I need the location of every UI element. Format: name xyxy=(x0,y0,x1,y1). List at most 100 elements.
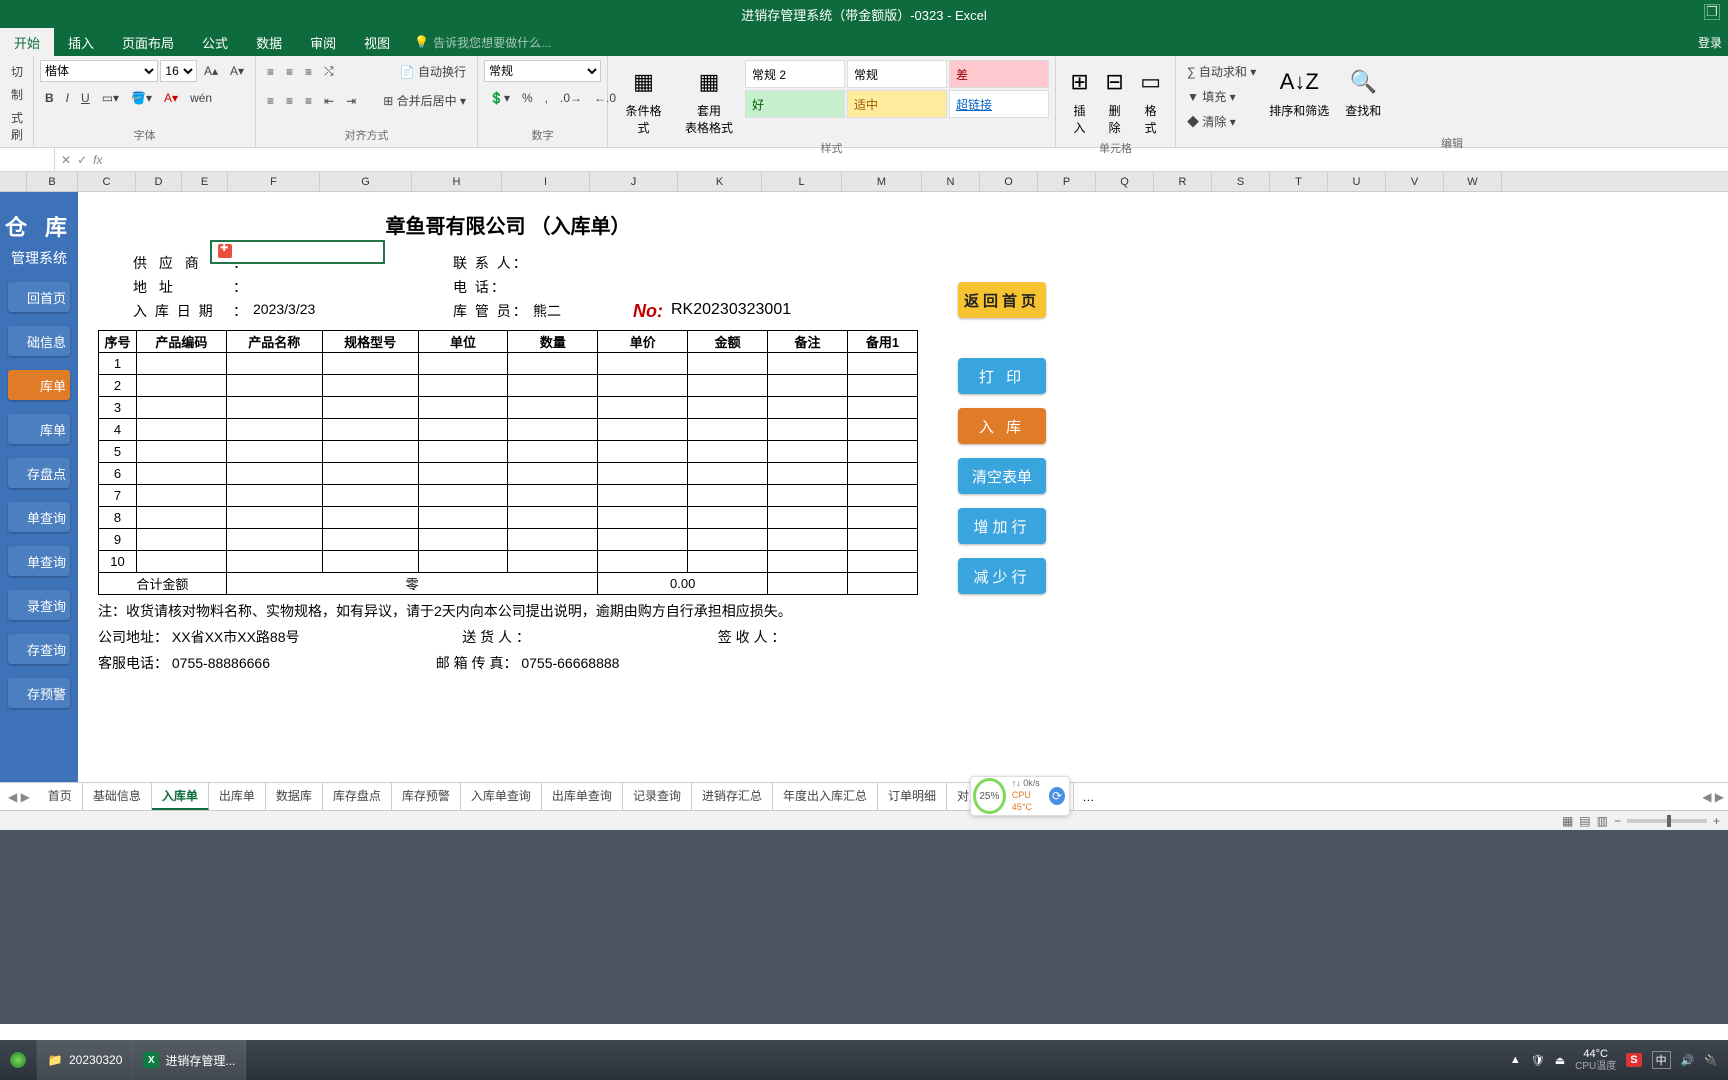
align-left-button[interactable]: ≡ xyxy=(262,91,279,111)
confirm-icon[interactable]: ✓ xyxy=(77,153,87,167)
col-header[interactable]: O xyxy=(980,172,1038,191)
print-button[interactable]: 打 印 xyxy=(958,358,1046,394)
sheet-tab[interactable]: 出库单 xyxy=(209,783,266,810)
style-bad[interactable]: 差 xyxy=(949,60,1049,88)
fx-icon[interactable]: fx xyxy=(93,153,102,167)
style-good[interactable]: 好 xyxy=(745,90,845,118)
sheet-tab[interactable]: 库存盘点 xyxy=(323,783,392,810)
remove-row-button[interactable]: 减少行 xyxy=(958,558,1046,594)
name-box[interactable] xyxy=(0,148,55,171)
sheet-tab[interactable]: 基础信息 xyxy=(83,783,152,810)
col-header[interactable]: K xyxy=(678,172,762,191)
normal-view-button[interactable]: ▦ xyxy=(1562,814,1573,828)
style-neutral[interactable]: 适中 xyxy=(847,90,947,118)
sidebar-item-basicinfo[interactable]: 础信息 xyxy=(8,326,70,356)
select-all-corner[interactable] xyxy=(0,172,27,191)
sheet-tab[interactable]: 记录查询 xyxy=(623,783,692,810)
sort-filter-button[interactable]: A↓Z排序和筛选 xyxy=(1261,60,1337,133)
taskbar-item-excel[interactable]: X 进销存管理... xyxy=(133,1040,246,1080)
sidebar-item-stockquery[interactable]: 存查询 xyxy=(8,634,70,664)
align-mid-button[interactable]: ≡ xyxy=(281,62,298,82)
sheet-nav[interactable]: ◀ ▶ xyxy=(8,790,30,804)
tray-power-icon[interactable]: 🔌 xyxy=(1704,1054,1718,1067)
col-header[interactable]: C xyxy=(78,172,136,191)
window-restore-icon[interactable]: ❐ xyxy=(1704,4,1720,20)
sheet-tab[interactable]: 入库单 xyxy=(152,783,209,810)
table-row[interactable]: 10 xyxy=(99,551,918,573)
col-header[interactable]: P xyxy=(1038,172,1096,191)
sheet-tab[interactable]: 出库单查询 xyxy=(542,783,623,810)
sidebar-item-outbound[interactable]: 库单 xyxy=(8,414,70,444)
start-button[interactable] xyxy=(0,1040,37,1080)
orientation-button[interactable]: ⤭ xyxy=(319,61,339,82)
col-header[interactable]: F xyxy=(228,172,320,191)
table-row[interactable]: 6 xyxy=(99,463,918,485)
currency-button[interactable]: 💲▾ xyxy=(484,88,515,108)
sidebar-item-query1[interactable]: 单查询 xyxy=(8,502,70,532)
indent-inc-button[interactable]: ⇥ xyxy=(341,91,361,111)
add-row-button[interactable]: 增加行 xyxy=(958,508,1046,544)
col-header[interactable]: T xyxy=(1270,172,1328,191)
fill-button[interactable]: ▼ 填充 ▾ xyxy=(1182,85,1261,108)
align-center-button[interactable]: ≡ xyxy=(281,91,298,111)
delete-cells-button[interactable]: ⊟删除 xyxy=(1097,60,1132,138)
style-normal[interactable]: 常规 xyxy=(847,60,947,88)
fill-color-button[interactable]: 🪣▾ xyxy=(126,88,157,108)
zoom-slider[interactable] xyxy=(1627,819,1707,823)
conditional-format-button[interactable]: ▦条件格式 xyxy=(614,60,673,138)
insert-cells-button[interactable]: ⊞插入 xyxy=(1062,60,1097,138)
find-select-button[interactable]: 🔍查找和 xyxy=(1337,60,1389,133)
font-name-select[interactable]: 楷体 xyxy=(40,60,158,82)
format-painter-button[interactable]: 式刷 xyxy=(6,106,27,146)
page-layout-view-button[interactable]: ▤ xyxy=(1579,814,1590,828)
zoom-in-button[interactable]: + xyxy=(1713,814,1720,828)
table-row[interactable]: 1 xyxy=(99,353,918,375)
underline-button[interactable]: U xyxy=(76,88,95,108)
col-header[interactable]: D xyxy=(136,172,182,191)
sidebar-item-inbound[interactable]: 库单 xyxy=(8,370,70,400)
style-hyperlink[interactable]: 超链接 xyxy=(949,90,1049,118)
supplier-input-cell[interactable] xyxy=(210,240,385,264)
sidebar-item-home[interactable]: 回首页 xyxy=(8,282,70,312)
sidebar-item-query2[interactable]: 单查询 xyxy=(8,546,70,576)
bold-button[interactable]: B xyxy=(40,88,59,108)
sheet-tab[interactable]: 年度出入库汇总 xyxy=(773,783,878,810)
font-color-button[interactable]: A▾ xyxy=(159,88,183,108)
col-header[interactable]: V xyxy=(1386,172,1444,191)
col-header[interactable]: E xyxy=(182,172,228,191)
tray-eject-icon[interactable]: ⏏ xyxy=(1555,1054,1565,1067)
comma-button[interactable]: , xyxy=(540,88,553,108)
merge-center-button[interactable]: ⊞ 合并后居中 ▾ xyxy=(378,89,471,112)
system-monitor-widget[interactable]: 25% ↑↓ 0k/s CPU 45°C ⟳ xyxy=(970,776,1070,816)
col-header[interactable]: B xyxy=(27,172,78,191)
date-value[interactable]: 2023/3/23 xyxy=(253,301,453,322)
number-format-select[interactable]: 常规 xyxy=(484,60,601,82)
table-row[interactable]: 3 xyxy=(99,397,918,419)
col-header[interactable]: G xyxy=(320,172,412,191)
taskbar-item-folder[interactable]: 📁 20230320 xyxy=(37,1040,133,1080)
return-home-button[interactable]: 返回首页 xyxy=(958,282,1046,318)
font-size-select[interactable]: 16 xyxy=(160,60,197,82)
border-button[interactable]: ▭▾ xyxy=(97,88,124,108)
table-row[interactable]: 5 xyxy=(99,441,918,463)
clear-form-button[interactable]: 清空表单 xyxy=(958,458,1046,494)
cancel-icon[interactable]: ✕ xyxy=(61,153,71,167)
sheet-tab[interactable]: 数据库 xyxy=(266,783,323,810)
sheet-tabs-more[interactable]: … xyxy=(1074,790,1102,804)
align-right-button[interactable]: ≡ xyxy=(300,91,317,111)
sheet-tab[interactable]: 进销存汇总 xyxy=(692,783,773,810)
col-header[interactable]: S xyxy=(1212,172,1270,191)
wrap-text-button[interactable]: 📄 自动换行 xyxy=(395,60,471,83)
ribbon-tab-layout[interactable]: 页面布局 xyxy=(108,27,188,58)
sheet-tab[interactable]: 首页 xyxy=(38,783,83,810)
page-break-view-button[interactable]: ▥ xyxy=(1597,814,1608,828)
ime-indicator-cn[interactable]: 中 xyxy=(1652,1051,1671,1069)
align-top-button[interactable]: ≡ xyxy=(262,62,279,82)
tray-volume-icon[interactable]: 🔊 xyxy=(1681,1054,1695,1067)
style-normal2[interactable]: 常规 2 xyxy=(745,60,845,88)
increase-font-button[interactable]: A▴ xyxy=(199,61,223,81)
addr-value[interactable] xyxy=(253,277,453,297)
widget-action-icon[interactable]: ⟳ xyxy=(1049,787,1065,805)
decrease-font-button[interactable]: A▾ xyxy=(225,61,249,81)
table-row[interactable]: 2 xyxy=(99,375,918,397)
